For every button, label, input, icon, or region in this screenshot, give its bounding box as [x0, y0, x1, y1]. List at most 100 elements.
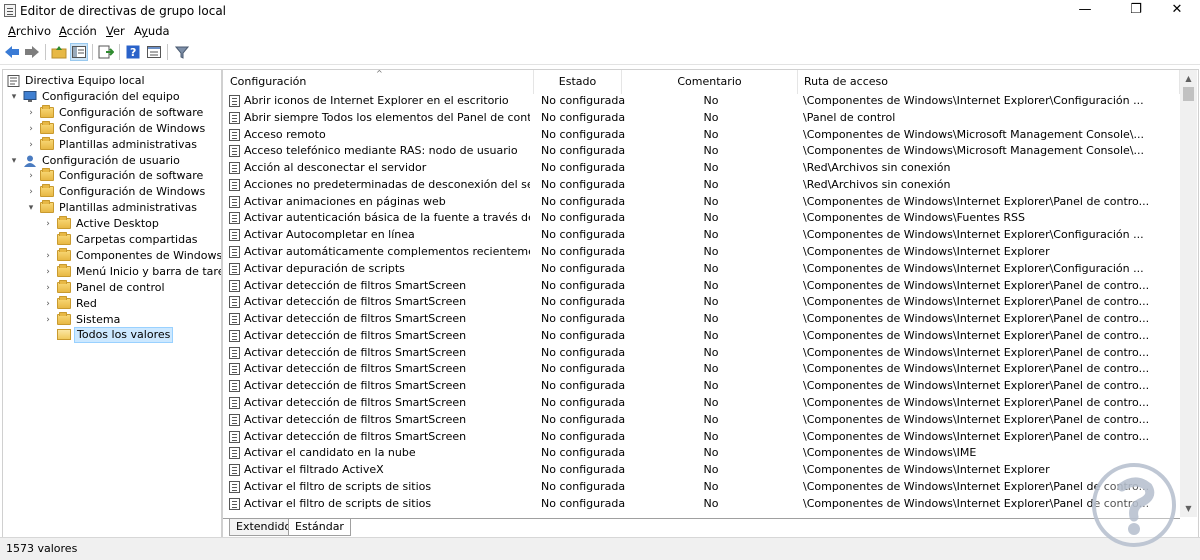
help-icon[interactable]: ?: [124, 43, 142, 61]
expand-chevron-icon[interactable]: ›: [26, 121, 36, 137]
table-row[interactable]: Activar depuración de scripts No configur…: [223, 261, 1180, 278]
tree-item[interactable]: ▾ Configuración de usuario: [9, 153, 219, 169]
folder-icon: [57, 232, 71, 245]
table-row[interactable]: Acciones no predeterminadas de desconexi…: [223, 177, 1180, 194]
table-row[interactable]: Activar detección de filtros SmartScreen…: [223, 429, 1180, 446]
table-row[interactable]: Acción al desconectar el servidor No conf…: [223, 160, 1180, 177]
up-folder-icon[interactable]: [50, 43, 68, 61]
expand-chevron-icon[interactable]: ›: [43, 248, 53, 264]
table-row[interactable]: Activar el filtrado ActiveX No configurad…: [223, 462, 1180, 479]
cell-estado: No configurada: [541, 94, 626, 107]
cell-configuracion: Activar detección de filtros SmartScreen: [244, 396, 467, 410]
collapse-chevron-icon[interactable]: ▾: [26, 200, 36, 216]
policy-setting-icon: [229, 95, 240, 107]
table-row[interactable]: Activar autenticación básica de la fuent…: [223, 210, 1180, 227]
table-row[interactable]: Activar detección de filtros SmartScreen…: [223, 378, 1180, 395]
cell-ruta: \Componentes de Windows\IME: [803, 446, 977, 460]
tree-item[interactable]: Carpetas compartidas: [43, 232, 219, 248]
cell-configuracion: Activar detección de filtros SmartScreen: [244, 362, 467, 376]
cell-comentario: No: [703, 278, 719, 292]
minimize-button[interactable]: —: [1062, 0, 1108, 22]
tree-item[interactable]: › Sistema: [43, 311, 219, 328]
tree-item[interactable]: ▾ Plantillas administrativas: [26, 200, 219, 216]
table-row[interactable]: Activar detección de filtros SmartScreen…: [223, 361, 1180, 378]
tree-item[interactable]: › Configuración de Windows: [26, 120, 219, 137]
column-header-estado[interactable]: Estado: [534, 70, 622, 94]
table-row[interactable]: Abrir siempre Todos los elementos del Pa…: [223, 110, 1180, 127]
cell-estado: No configurada: [541, 429, 626, 443]
collapse-chevron-icon[interactable]: ▾: [9, 153, 19, 169]
table-row[interactable]: Activar detección de filtros SmartScreen…: [223, 395, 1180, 412]
table-row[interactable]: Activar el candidato en la nube No config…: [223, 445, 1180, 462]
open-folder-icon: [57, 329, 71, 341]
menu-ver[interactable]: Ver: [106, 24, 125, 38]
policy-setting-icon: [229, 246, 240, 259]
cell-estado: No configurada: [541, 362, 626, 376]
tree-item[interactable]: › Configuración de software: [26, 168, 219, 184]
policy-setting-icon: [229, 480, 240, 493]
table-row[interactable]: Activar animaciones en páginas web No con…: [223, 194, 1180, 211]
cell-estado: No configurada: [541, 177, 626, 191]
show-hide-tree-icon[interactable]: [70, 43, 88, 61]
table-row[interactable]: Activar detección de filtros SmartScreen…: [223, 294, 1180, 311]
tree-item[interactable]: › Red: [43, 295, 219, 312]
forward-arrow-icon[interactable]: [23, 43, 41, 61]
expand-chevron-icon[interactable]: ›: [43, 216, 53, 232]
expand-chevron-icon[interactable]: ›: [26, 137, 36, 153]
expand-chevron-icon[interactable]: ›: [43, 296, 53, 312]
tree-item[interactable]: › Menú Inicio y barra de tareas: [43, 263, 221, 280]
table-row[interactable]: Activar detección de filtros SmartScreen…: [223, 412, 1180, 429]
table-row[interactable]: Activar el filtro de scripts de sitios No…: [223, 479, 1180, 496]
menu-accion[interactable]: Acción: [59, 24, 97, 38]
filter-icon[interactable]: [173, 43, 191, 61]
tree-item[interactable]: Directiva Equipo local: [5, 73, 219, 89]
table-row[interactable]: Activar detección de filtros SmartScreen…: [223, 278, 1180, 295]
export-list-icon[interactable]: [97, 43, 115, 61]
scroll-down-icon[interactable]: ▼: [1180, 500, 1197, 517]
vertical-scrollbar[interactable]: ▲ ▼: [1180, 70, 1197, 517]
expand-chevron-icon[interactable]: ›: [26, 105, 36, 121]
tree-item[interactable]: › Active Desktop: [43, 216, 219, 232]
collapse-chevron-icon[interactable]: ▾: [9, 89, 19, 105]
cell-configuracion: Activar automáticamente complementos rec…: [244, 245, 530, 259]
column-header-configuracion[interactable]: Configuración ^: [223, 70, 534, 94]
table-row[interactable]: Activar automáticamente complementos rec…: [223, 244, 1180, 261]
expand-chevron-icon[interactable]: ›: [26, 168, 36, 184]
expand-chevron-icon[interactable]: ›: [43, 264, 53, 280]
expand-chevron-icon[interactable]: ›: [43, 280, 53, 296]
policy-setting-icon: [229, 346, 240, 359]
table-row[interactable]: Activar Autocompletar en línea No configu…: [223, 227, 1180, 244]
tree-item[interactable]: › Plantillas administrativas: [26, 136, 219, 153]
tree-item[interactable]: › Componentes de Windows: [43, 247, 221, 264]
menu-archivo[interactable]: Archivo: [8, 24, 51, 38]
table-row[interactable]: Activar detección de filtros SmartScreen…: [223, 311, 1180, 328]
table-row[interactable]: Activar detección de filtros SmartScreen…: [223, 328, 1180, 345]
scroll-up-icon[interactable]: ▲: [1180, 70, 1197, 87]
tree-item[interactable]: Todos los valores: [43, 327, 219, 344]
table-row[interactable]: Acceso telefónico mediante RAS: nodo de …: [223, 143, 1180, 160]
maximize-button[interactable]: ❐: [1113, 0, 1159, 22]
cell-estado: No configurada: [541, 161, 626, 175]
tree-item[interactable]: › Panel de control: [43, 279, 219, 296]
tree-item[interactable]: › Configuración de Windows: [26, 184, 219, 200]
tree-item-label: Configuración de Windows: [59, 121, 206, 135]
table-row[interactable]: Abrir iconos de Internet Explorer en el …: [223, 93, 1180, 110]
tree-item[interactable]: › Configuración de software: [26, 104, 219, 121]
properties-icon[interactable]: [145, 43, 163, 61]
menu-ayuda[interactable]: Ayuda: [134, 24, 170, 38]
navigation-tree[interactable]: Directiva Equipo local ▾ Configuración del…: [2, 69, 222, 538]
expand-chevron-icon[interactable]: ›: [26, 184, 36, 200]
table-row[interactable]: Acceso remoto No configurada No \Componente…: [223, 127, 1180, 144]
close-button[interactable]: ✕: [1154, 0, 1200, 22]
table-row[interactable]: Activar detección de filtros SmartScreen…: [223, 345, 1180, 362]
back-arrow-icon[interactable]: [3, 43, 21, 61]
table-row[interactable]: Activar el filtro de scripts de sitios No…: [223, 496, 1180, 513]
scrollbar-thumb[interactable]: [1183, 87, 1194, 101]
tab-estandar[interactable]: Estándar: [288, 519, 351, 536]
column-header-comentario[interactable]: Comentario: [622, 70, 798, 94]
tree-item[interactable]: ▾ Configuración del equipo: [9, 89, 219, 105]
toolbar-separator: [45, 44, 46, 60]
expand-chevron-icon[interactable]: ›: [43, 312, 53, 328]
column-header-ruta[interactable]: Ruta de acceso: [798, 70, 1180, 94]
cell-ruta: \Componentes de Windows\Internet Explore…: [803, 328, 1150, 342]
